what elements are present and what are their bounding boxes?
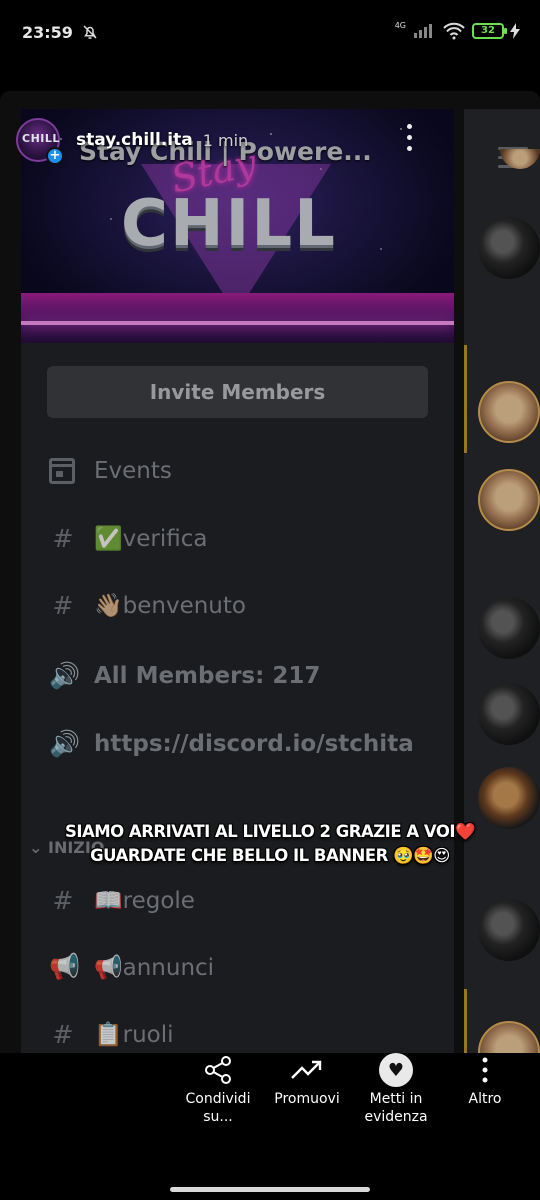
channel-label: https://discord.io/stchita: [94, 731, 414, 757]
hash-locked-icon: #: [52, 1019, 74, 1049]
battery-icon: 32: [472, 23, 507, 39]
server-drawer: Stay CHILL Stay Chill | Powere... Invite…: [21, 109, 454, 1053]
avatar: [478, 1021, 540, 1053]
highlight-button[interactable]: ♥ Metti in evidenza: [348, 1050, 444, 1126]
megaphone-icon: 📢: [49, 952, 81, 981]
discord-member-column: [464, 109, 540, 1053]
charging-icon: [510, 23, 520, 39]
channel-label: 📋ruoli: [94, 1021, 174, 1048]
highlight-bar: [464, 345, 467, 453]
avatar: [478, 597, 540, 659]
highlight-label: Metti in evidenza: [364, 1091, 428, 1125]
logo-text: CHILL: [22, 132, 60, 145]
story-header: CHILL + stay.chill.ita 1 min: [16, 116, 524, 165]
avatar: [478, 217, 540, 279]
add-icon[interactable]: +: [46, 147, 64, 165]
story-caption: SIAMO ARRIVATI AL LIVELLO 2 GRAZIE A VOI…: [0, 820, 540, 868]
invite-members-button[interactable]: Invite Members: [47, 366, 428, 418]
heart-icon: ♥: [379, 1053, 413, 1087]
channel-label: Events: [94, 458, 172, 484]
voice-locked-icon: 🔊: [49, 661, 81, 690]
channel-benvenuto[interactable]: # 👋🏼benvenuto: [49, 585, 246, 625]
banner-main-text: CHILL: [121, 187, 337, 261]
voice-locked-icon: 🔊: [49, 729, 81, 758]
trending-up-icon: [291, 1060, 322, 1079]
hash-icon: #: [52, 885, 74, 915]
more-vertical-icon[interactable]: [404, 124, 414, 156]
channel-label: ✅verifica: [94, 525, 208, 552]
story-time: 1 min: [202, 130, 249, 150]
channel-label: 📢annunci: [94, 954, 215, 981]
highlight-bar: [464, 989, 467, 1053]
status-bar: 23:59 4G 32: [0, 0, 540, 64]
calendar-icon: [49, 458, 75, 484]
channel-label: All Members: 217: [94, 663, 321, 689]
more-label: Altro: [468, 1091, 502, 1107]
avatar: [478, 899, 540, 961]
channel-all-members[interactable]: 🔊 All Members: 217: [49, 656, 320, 696]
channel-regole[interactable]: # 📖regole: [49, 880, 195, 920]
channel-verifica[interactable]: # ✅verifica: [49, 518, 208, 558]
status-right: 4G 32: [395, 22, 520, 40]
story-username[interactable]: stay.chill.ita: [76, 130, 193, 150]
hash-icon: #: [52, 523, 74, 553]
story-actions: Condividi su... Promuovi ♥ Metti in evid…: [0, 1050, 540, 1150]
channel-ruoli[interactable]: # 📋ruoli: [49, 1014, 174, 1053]
channel-events[interactable]: Events: [49, 451, 172, 491]
channel-label: 📖regole: [94, 887, 195, 914]
more-vertical-icon: [482, 1057, 488, 1083]
home-indicator[interactable]: [170, 1187, 370, 1192]
network-type: 4G: [394, 21, 406, 30]
share-label: Condividi su...: [185, 1091, 251, 1125]
bell-muted-icon: [83, 25, 97, 39]
avatar: [478, 381, 540, 443]
caption-line: SIAMO ARRIVATI AL LIVELLO 2 GRAZIE A VOI…: [64, 822, 476, 841]
signal-icon: [414, 24, 432, 38]
channel-discord-link[interactable]: 🔊 https://discord.io/stchita: [49, 724, 414, 764]
share-icon: [205, 1056, 231, 1084]
wifi-icon: [443, 22, 465, 40]
channel-label: 👋🏼benvenuto: [94, 592, 246, 619]
promote-label: Promuovi: [274, 1091, 340, 1107]
avatar: [478, 683, 540, 745]
promote-button[interactable]: Promuovi: [259, 1050, 355, 1108]
profile-avatar[interactable]: CHILL +: [16, 118, 64, 165]
channel-annunci[interactable]: 📢 📢annunci: [49, 947, 214, 987]
caption-line: GUARDATE CHE BELLO IL BANNER 🥹🤩😍: [90, 846, 450, 865]
status-time: 23:59: [22, 22, 73, 42]
story-content[interactable]: Stay CHILL Stay Chill | Powere... Invite…: [0, 91, 540, 1053]
avatar: [478, 469, 540, 531]
hash-icon: #: [52, 590, 74, 620]
more-button[interactable]: Altro: [437, 1050, 533, 1108]
share-button[interactable]: Condividi su...: [170, 1050, 266, 1126]
